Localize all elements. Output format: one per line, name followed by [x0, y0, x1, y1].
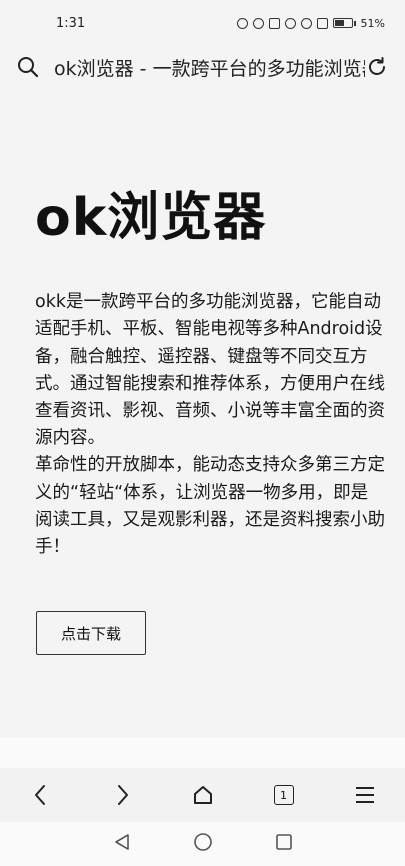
system-navigation-bar [0, 822, 405, 866]
address-bar: ok浏览器 - 一款跨平台的多功能浏览器 [0, 46, 405, 88]
wifi-icon [300, 17, 312, 29]
tabs-button[interactable]: 1 [264, 775, 304, 815]
system-back-button[interactable] [113, 833, 131, 855]
vibrate-icon [268, 17, 280, 29]
battery-percent: 51% [360, 16, 385, 30]
system-recents-button[interactable] [275, 833, 293, 855]
page-title-bar[interactable]: ok浏览器 - 一款跨平台的多功能浏览器 [40, 54, 365, 81]
description-paragraph-2: 革命性的开放脚本，能动态支持众多第三方定义的“轻站“体系，让浏览器一物多用，即是… [35, 455, 385, 558]
forward-button[interactable] [102, 775, 142, 815]
chevron-right-icon [117, 785, 128, 805]
page-description: okk是一款跨平台的多功能浏览器，它能自动适配手机、平板、智能电视等多种Andr… [35, 289, 385, 561]
bluetooth-icon [316, 17, 328, 29]
hd-icon [236, 17, 248, 29]
status-time: 1:31 [56, 15, 86, 31]
system-home-button[interactable] [193, 832, 213, 856]
eye-icon [252, 17, 264, 29]
tab-count-badge: 1 [273, 785, 294, 805]
chevron-left-icon [34, 785, 45, 805]
square-recents-icon [275, 834, 292, 850]
back-button[interactable] [21, 775, 61, 815]
search-icon[interactable] [16, 55, 40, 79]
download-button[interactable]: 点击下载 [36, 611, 146, 655]
home-icon [193, 786, 212, 804]
home-button[interactable] [183, 775, 223, 815]
circle-home-icon [193, 833, 212, 851]
browser-toolbar: 1 [0, 768, 405, 822]
description-paragraph-1: okk是一款跨平台的多功能浏览器，它能自动适配手机、平板、智能电视等多种Andr… [35, 292, 385, 449]
page-headline: ok浏览器 [35, 188, 267, 248]
menu-icon [355, 787, 374, 803]
page-footer [0, 738, 405, 768]
menu-button[interactable] [345, 775, 385, 815]
triangle-back-icon [114, 834, 129, 850]
status-icons: 51% [236, 16, 385, 30]
refresh-icon[interactable] [365, 55, 389, 79]
battery-icon [332, 18, 356, 28]
alarm-icon [284, 17, 296, 29]
status-bar: 1:31 51% [0, 0, 405, 46]
page-content: ok浏览器 okk是一款跨平台的多功能浏览器，它能自动适配手机、平板、智能电视等… [35, 188, 385, 561]
